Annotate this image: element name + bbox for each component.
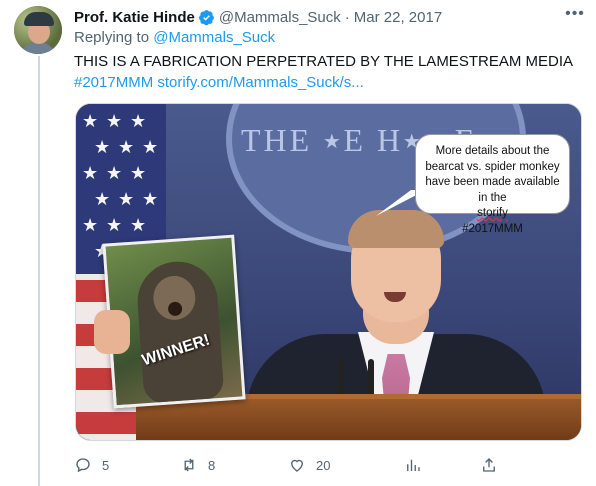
tweet-text-line: THIS IS A FABRICATION PERPETRATED BY THE…: [74, 53, 573, 70]
share-icon: [483, 458, 495, 472]
url-link[interactable]: storify.com/Mammals_Suck/s...: [157, 74, 363, 91]
speech-bubble: More details about the bearcat vs. spide…: [415, 134, 570, 235]
verified-badge-icon: [198, 9, 214, 25]
tweet-media-image[interactable]: THE ⭑E H⭑ ⭑E ★★★ ★★★ ★★★ ★★★ ★★★ ★★ WINN…: [75, 103, 582, 441]
hashtag-link[interactable]: #2017MMM: [74, 74, 153, 91]
avatar[interactable]: [14, 6, 62, 54]
bubble-line: have been made available: [425, 176, 560, 188]
bubble-line: More details about the: [435, 145, 550, 157]
thread-line: [38, 56, 40, 486]
replying-to-handle[interactable]: @Mammals_Suck: [153, 29, 275, 46]
microphone: [368, 359, 374, 399]
analytics-icon: [407, 459, 420, 471]
tweet-actions: 5 8 20: [74, 452, 514, 478]
retweet-icon: [184, 458, 194, 472]
heart-icon: [291, 459, 303, 472]
more-icon[interactable]: •••: [564, 6, 586, 26]
views-button[interactable]: [404, 452, 432, 478]
tweet-header: Prof. Katie Hinde @Mammals_Suck · Mar 22…: [74, 6, 586, 28]
retweet-button[interactable]: 8: [180, 452, 215, 478]
share-button[interactable]: [480, 452, 508, 478]
reply-button[interactable]: 5: [74, 452, 109, 478]
reply-icon: [76, 458, 90, 473]
bubble-hashtag: #2017MMM: [462, 222, 523, 235]
microphone: [338, 359, 344, 399]
separator-dot: ·: [344, 8, 350, 26]
tweet-text: THIS IS A FABRICATION PERPETRATED BY THE…: [74, 51, 584, 93]
replying-to: Replying to @Mammals_Suck: [74, 29, 275, 46]
bubble-storify-word: storify: [477, 207, 508, 219]
hand: [94, 310, 130, 354]
author-handle[interactable]: @Mammals_Suck: [219, 9, 341, 26]
reply-count: 5: [102, 457, 110, 473]
podium: [136, 399, 581, 440]
retweet-count: 8: [208, 457, 216, 473]
author-name[interactable]: Prof. Katie Hinde: [74, 9, 195, 26]
tweet-date[interactable]: Mar 22, 2017: [354, 9, 442, 26]
like-button[interactable]: 20: [288, 452, 330, 478]
replying-to-label: Replying to: [74, 29, 150, 46]
like-count: 20: [316, 457, 331, 473]
bubble-line: bearcat vs. spider monkey: [425, 160, 560, 173]
bubble-line: in the: [478, 191, 507, 204]
